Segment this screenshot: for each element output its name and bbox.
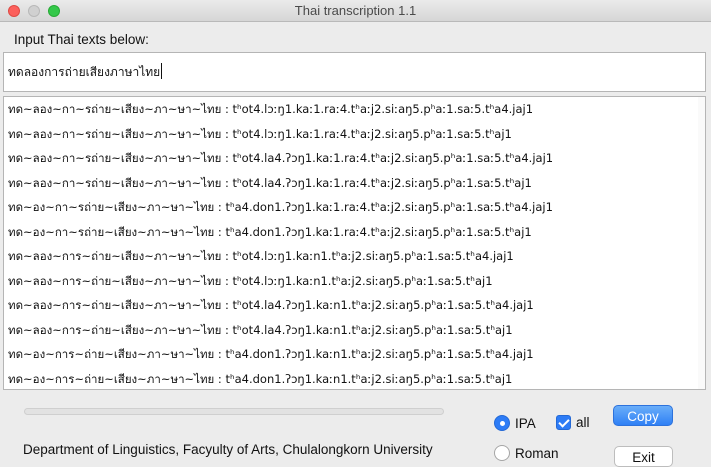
- output-lines: ทด~ลอง~กา~รถ่าย~เสียง~ภา~ษา~ไทย : tʰot4.…: [4, 97, 705, 389]
- ipa-label: IPA: [515, 415, 536, 431]
- input-label: Input Thai texts below:: [14, 32, 149, 47]
- transcription-output[interactable]: ทด~ลอง~กา~รถ่าย~เสียง~ภา~ษา~ไทย : tʰot4.…: [3, 96, 706, 390]
- output-line: ทด~อง~การ~ถ่าย~เสียง~ภา~ษา~ไทย : tʰa4.do…: [8, 371, 513, 386]
- output-line: ทด~อง~กา~รถ่าย~เสียง~ภา~ษา~ไทย : tʰa4.do…: [8, 200, 553, 214]
- progress-bar: [24, 408, 444, 415]
- ipa-option[interactable]: IPA: [494, 414, 536, 432]
- roman-radio[interactable]: [494, 445, 510, 461]
- output-line: ทด~ลอง~การ~ถ่าย~เสียง~ภา~ษา~ไทย : tʰot4.…: [8, 249, 514, 263]
- title-bar: Thai transcription 1.1: [0, 0, 711, 22]
- footer-credit: Department of Linguistics, Facyulty of A…: [23, 442, 433, 457]
- input-value-text: ทดลองการถ่ายเสียงภาษาไทย: [8, 65, 161, 79]
- output-line: ทด~ลอง~กา~รถ่าย~เสียง~ภา~ษา~ไทย : tʰot4.…: [8, 175, 532, 190]
- scrollbar-track[interactable]: [698, 97, 705, 389]
- output-line: ทด~อง~กา~รถ่าย~เสียง~ภา~ษา~ไทย : tʰa4.do…: [8, 224, 532, 239]
- all-checkbox[interactable]: [556, 414, 571, 430]
- roman-label: Roman: [515, 445, 559, 461]
- output-line: ทด~อง~การ~ถ่าย~เสียง~ภา~ษา~ไทย : tʰa4.do…: [8, 347, 534, 361]
- thai-text-input[interactable]: ทดลองการถ่ายเสียงภาษาไทย: [3, 52, 706, 92]
- all-label: all: [576, 414, 590, 430]
- output-line: ทด~ลอง~การ~ถ่าย~เสียง~ภา~ษา~ไทย : tʰot4.…: [8, 273, 493, 288]
- output-line: ทด~ลอง~กา~รถ่าย~เสียง~ภา~ษา~ไทย : tʰot4.…: [8, 126, 512, 141]
- input-value: ทดลองการถ่ายเสียงภาษาไทย: [8, 63, 163, 82]
- copy-button[interactable]: Copy: [613, 405, 673, 426]
- ipa-radio[interactable]: [494, 415, 510, 431]
- output-line: ทด~ลอง~กา~รถ่าย~เสียง~ภา~ษา~ไทย : tʰot4.…: [8, 151, 554, 165]
- text-caret: [161, 63, 163, 79]
- output-line: ทด~ลอง~กา~รถ่าย~เสียง~ภา~ษา~ไทย : tʰot4.…: [8, 102, 534, 116]
- exit-button[interactable]: Exit: [614, 446, 673, 467]
- roman-option[interactable]: Roman: [494, 444, 559, 462]
- output-line: ทด~ลอง~การ~ถ่าย~เสียง~ภา~ษา~ไทย : tʰot4.…: [8, 298, 534, 312]
- window-title: Thai transcription 1.1: [294, 3, 417, 18]
- all-option[interactable]: all: [556, 413, 590, 431]
- output-line: ทด~ลอง~การ~ถ่าย~เสียง~ภา~ษา~ไทย : tʰot4.…: [8, 322, 513, 337]
